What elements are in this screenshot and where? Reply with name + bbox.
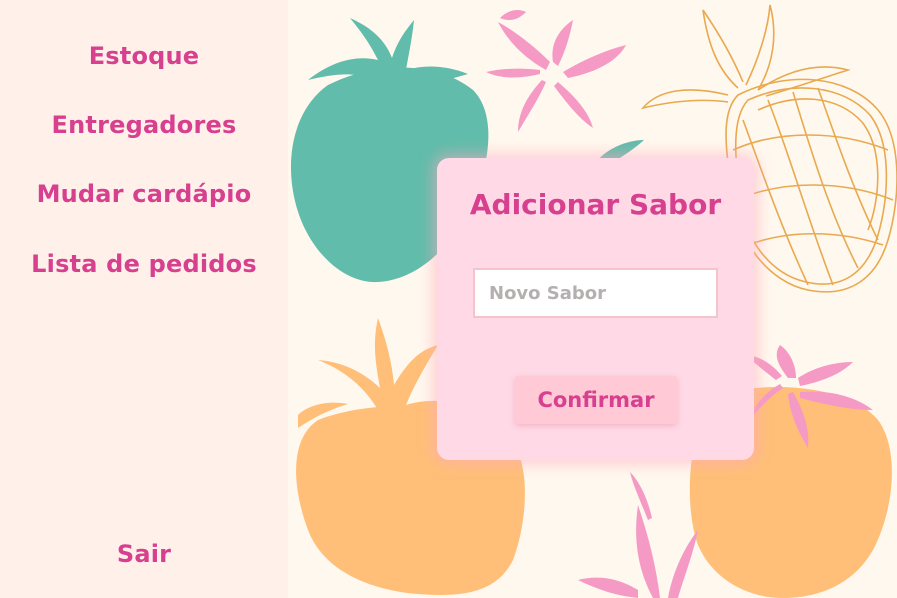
add-flavor-dialog: Adicionar Sabor Confirmar	[437, 158, 754, 460]
pink-flower-icon	[486, 10, 626, 132]
pink-flower-icon	[578, 472, 698, 598]
confirm-button[interactable]: Confirmar	[515, 376, 677, 424]
sidebar-item-lista-de-pedidos[interactable]: Lista de pedidos	[0, 250, 288, 278]
sidebar-item-mudar-cardapio[interactable]: Mudar cardápio	[0, 180, 288, 208]
sidebar: Estoque Entregadores Mudar cardápio List…	[0, 0, 288, 598]
new-flavor-input[interactable]	[473, 268, 718, 318]
dialog-title: Adicionar Sabor	[469, 188, 722, 221]
sidebar-item-entregadores[interactable]: Entregadores	[0, 111, 288, 139]
sidebar-item-estoque[interactable]: Estoque	[0, 42, 288, 70]
logout-link[interactable]: Sair	[0, 540, 288, 568]
